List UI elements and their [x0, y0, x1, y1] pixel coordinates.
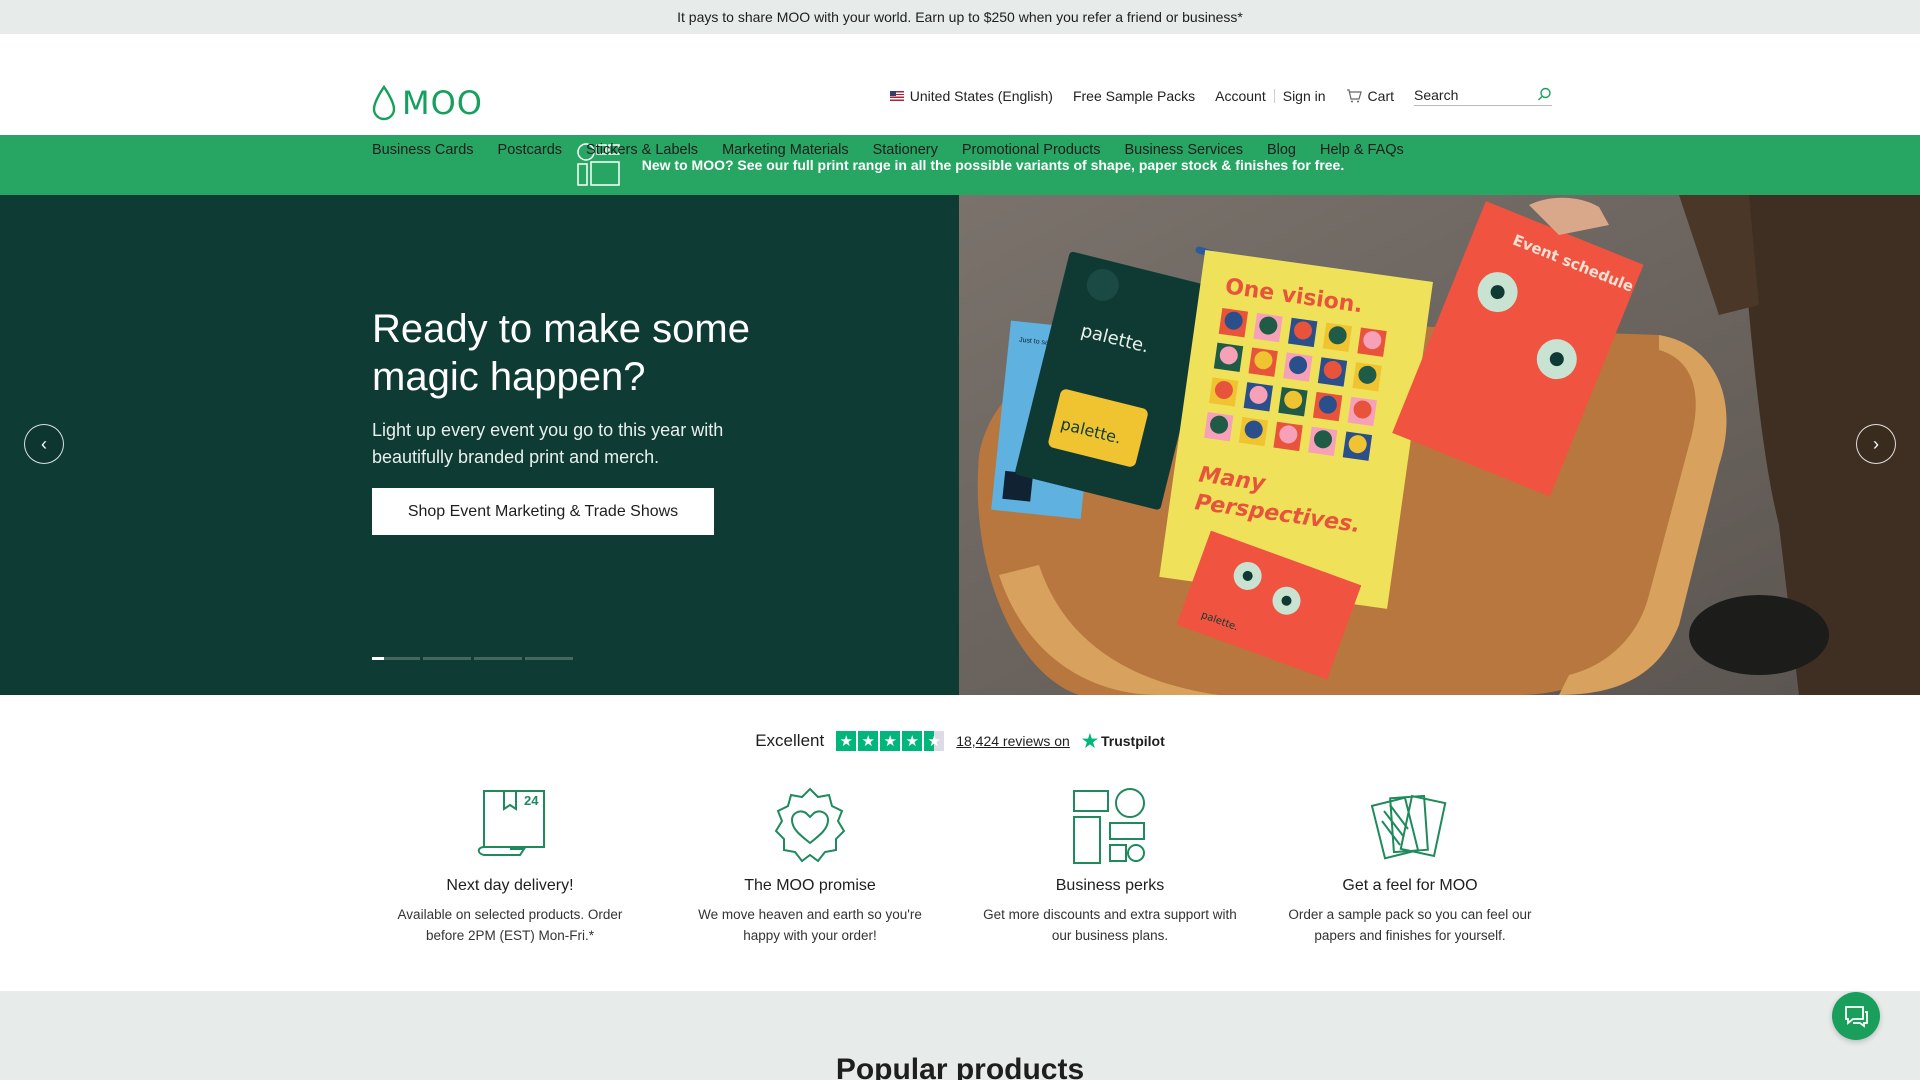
site-header: MOO United States (English) Free Sample … — [0, 34, 1920, 158]
main-nav: Business Cards Postcards Stickers & Labe… — [372, 142, 1404, 158]
star-icon: ★ — [902, 731, 923, 751]
nav-marketing-materials[interactable]: Marketing Materials — [722, 142, 849, 158]
promo-bar[interactable]: It pays to share MOO with your world. Ea… — [0, 0, 1920, 34]
nav-promotional-products[interactable]: Promotional Products — [962, 142, 1101, 158]
trustpilot-stars: ★ ★ ★ ★ ★ — [836, 731, 945, 751]
feature-business-perks[interactable]: Business perks Get more discounts and ex… — [980, 787, 1240, 946]
event-print-photo: Just to say... palette. palette. One vis… — [959, 195, 1920, 695]
account-link[interactable]: Account — [1215, 88, 1266, 104]
feature-desc: Get more discounts and extra support wit… — [983, 907, 1237, 943]
feature-desc: We move heaven and earth so you're happy… — [698, 907, 922, 943]
util-divider — [1273, 89, 1275, 103]
feature-title: The MOO promise — [744, 877, 876, 894]
trustpilot-brand: Trustpilot — [1100, 733, 1165, 749]
shop-event-marketing-button[interactable]: Shop Event Marketing & Trade Shows — [372, 488, 714, 535]
svg-text:24: 24 — [524, 793, 539, 808]
utility-nav: United States (English) Free Sample Pack… — [870, 84, 1552, 108]
moo-drop-icon — [372, 85, 396, 121]
carousel-pagination — [372, 657, 573, 660]
trustpilot-star-icon: ★ — [1081, 730, 1098, 751]
trustpilot-widget[interactable]: Excellent ★ ★ ★ ★ ★ 18,424 reviews on ★ … — [0, 695, 1920, 787]
trustpilot-rating-word: Excellent — [755, 731, 825, 750]
features-row: 24 Next day delivery! Available on selec… — [0, 787, 1920, 986]
chat-button[interactable] — [1832, 992, 1880, 1040]
star-icon: ★ — [836, 731, 857, 751]
hero-carousel: Ready to make some magic happen? Light u… — [0, 195, 1920, 695]
feature-moo-promise[interactable]: The MOO promise We move heaven and earth… — [680, 787, 940, 946]
logo-text: MOO — [402, 84, 483, 122]
trustpilot-logo[interactable]: ★ Trustpilot — [1082, 731, 1165, 752]
nav-business-services[interactable]: Business Services — [1125, 142, 1243, 158]
carousel-dot-1[interactable] — [372, 657, 420, 660]
cart-icon — [1346, 89, 1362, 103]
popular-products-section: Popular products — [0, 991, 1920, 1080]
nav-business-cards[interactable]: Business Cards — [372, 142, 474, 158]
nav-help-faqs[interactable]: Help & FAQs — [1320, 142, 1404, 158]
nav-stationery[interactable]: Stationery — [873, 142, 938, 158]
feature-desc: Available on selected products. Order be… — [397, 907, 623, 943]
promo-text[interactable]: It pays to share MOO with your world. Ea… — [677, 9, 1243, 25]
chevron-right-icon: › — [1873, 433, 1879, 454]
cart-link[interactable]: Cart — [1346, 88, 1394, 104]
us-flag-icon — [889, 91, 904, 101]
cart-label: Cart — [1367, 88, 1394, 104]
account-label: Account — [1215, 88, 1266, 104]
hero-title: Ready to make some magic happen? — [372, 307, 750, 399]
hero-subtitle: Light up every event you go to this year… — [372, 420, 724, 467]
shapes-icon — [1073, 788, 1145, 864]
carousel-prev-button[interactable]: ‹ — [24, 424, 64, 464]
search-input[interactable] — [1414, 86, 1524, 103]
nav-postcards[interactable]: Postcards — [498, 142, 562, 158]
banner-text: New to MOO? See our full print range in … — [641, 157, 1345, 173]
star-icon: ★ — [858, 731, 879, 751]
heart-badge-icon — [774, 787, 846, 863]
feature-title: Get a feel for MOO — [1342, 877, 1478, 894]
carousel-dot-4[interactable] — [525, 657, 573, 660]
sign-in-link[interactable]: Sign in — [1283, 88, 1326, 104]
nav-blog[interactable]: Blog — [1267, 142, 1296, 158]
search-icon[interactable] — [1537, 87, 1552, 102]
hero-image: Just to say... palette. palette. One vis… — [959, 195, 1920, 695]
trustpilot-reviews-link[interactable]: 18,424 reviews on — [956, 733, 1070, 749]
sample-cards-icon — [1370, 794, 1447, 860]
carousel-dot-3[interactable] — [474, 657, 522, 660]
chevron-left-icon: ‹ — [41, 433, 47, 454]
hero-text-panel: Ready to make some magic happen? Light u… — [0, 195, 959, 695]
half-star-icon: ★ — [924, 731, 945, 751]
nav-stickers-labels[interactable]: Stickers & Labels — [586, 142, 698, 158]
free-samples-label: Free Sample Packs — [1072, 88, 1196, 104]
feature-title: Next day delivery! — [446, 877, 574, 894]
locale-label: United States (English) — [909, 88, 1053, 104]
free-samples-link[interactable]: Free Sample Packs — [1073, 88, 1195, 104]
locale-selector[interactable]: United States (English) — [889, 88, 1053, 104]
popular-products-title: Popular products — [835, 1053, 1085, 1080]
sign-in-label: Sign in — [1282, 88, 1326, 104]
chat-icon — [1845, 1006, 1868, 1028]
star-icon: ★ — [880, 731, 901, 751]
feature-title: Business perks — [1055, 877, 1165, 894]
moo-logo[interactable]: MOO — [372, 84, 483, 122]
feature-sample-pack[interactable]: Get a feel for MOO Order a sample pack s… — [1280, 787, 1540, 946]
feature-next-day-delivery[interactable]: 24 Next day delivery! Available on selec… — [380, 787, 640, 946]
feature-desc: Order a sample pack so you can feel our … — [1288, 907, 1532, 943]
search-box — [1414, 86, 1552, 106]
carousel-next-button[interactable]: › — [1856, 424, 1896, 464]
carousel-dot-2[interactable] — [423, 657, 471, 660]
delivery-box-icon: 24 — [477, 790, 545, 856]
